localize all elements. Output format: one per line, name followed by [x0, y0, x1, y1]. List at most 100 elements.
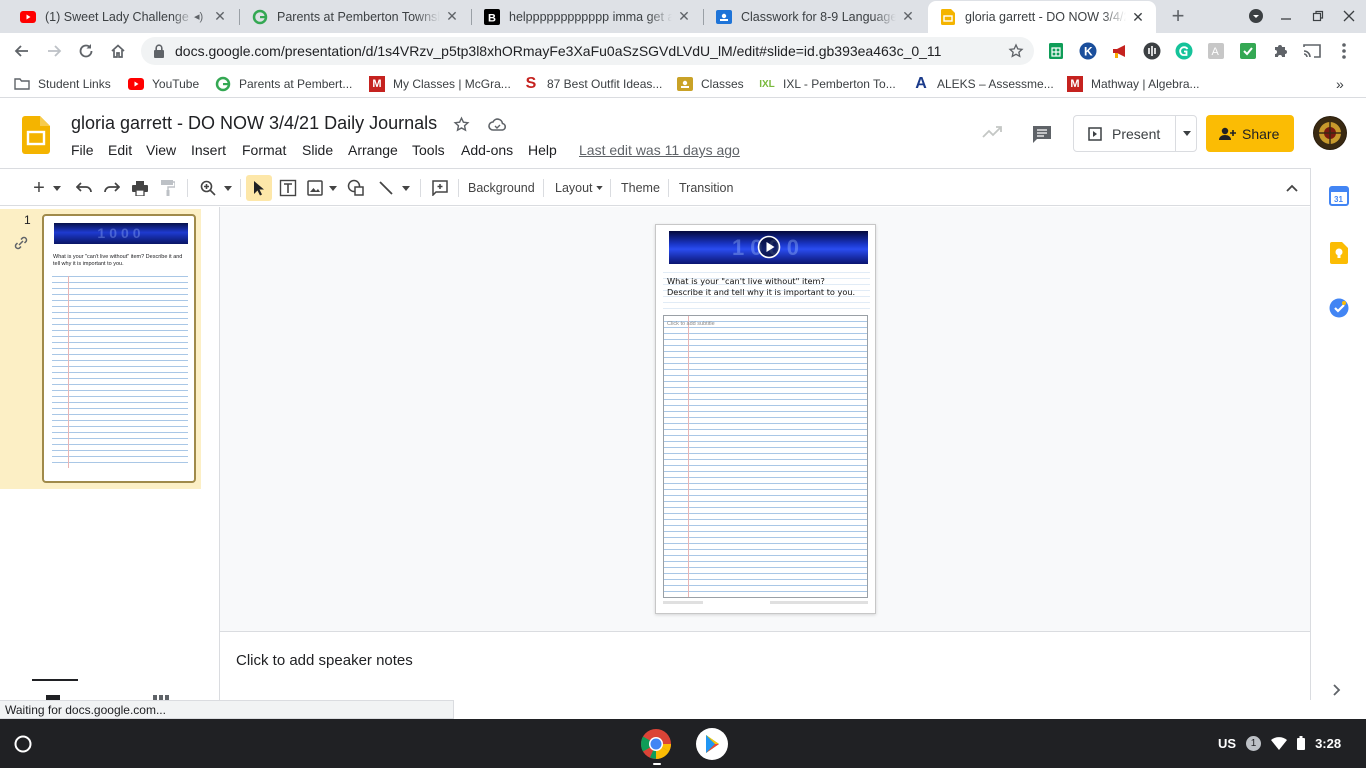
tasks-icon[interactable] — [1329, 298, 1349, 318]
close-icon[interactable]: ✕ — [444, 8, 460, 25]
last-edit-link[interactable]: Last edit was 11 days ago — [579, 142, 740, 158]
line-tool-button[interactable] — [374, 176, 414, 200]
browser-tab-classwork[interactable]: Classwork for 8-9 Language N ✕ — [704, 1, 926, 32]
close-icon[interactable]: ✕ — [1130, 9, 1146, 25]
megaphone-extension-icon[interactable] — [1108, 39, 1132, 63]
menu-help[interactable]: Help — [528, 142, 557, 158]
browser-tab-slides-active[interactable]: gloria garrett - DO NOW 3/4/21 ✕ — [928, 1, 1156, 33]
tab-search-icon[interactable] — [1244, 4, 1268, 28]
avatar[interactable] — [1313, 116, 1347, 150]
translate-extension-icon[interactable]: A — [1204, 39, 1228, 63]
calendar-icon[interactable]: 31 — [1329, 186, 1349, 206]
menu-format[interactable]: Format — [242, 142, 286, 158]
paint-format-icon[interactable] — [156, 176, 180, 200]
sheets-extension-icon[interactable] — [1044, 39, 1068, 63]
bookmark-outfit-ideas[interactable]: S 87 Best Outfit Ideas... — [523, 74, 663, 94]
home-icon[interactable] — [106, 39, 130, 63]
print-icon[interactable] — [128, 176, 152, 200]
menu-tools[interactable]: Tools — [412, 142, 445, 158]
new-tab-icon[interactable]: + — [1166, 3, 1190, 28]
shape-icon[interactable] — [344, 176, 368, 200]
text-box-icon[interactable] — [276, 176, 300, 200]
slide-question-text[interactable]: What is your "can't live without" item? … — [667, 276, 862, 298]
forward-icon[interactable] — [42, 39, 66, 63]
close-icon[interactable]: ✕ — [212, 8, 228, 25]
address-bar[interactable]: docs.google.com/presentation/d/1s4VRzv_p… — [141, 37, 1034, 65]
input-method: US — [1218, 735, 1237, 751]
extensions-puzzle-icon[interactable] — [1268, 39, 1292, 63]
menu-arrange[interactable]: Arrange — [348, 142, 398, 158]
keep-icon[interactable] — [1330, 242, 1348, 264]
comment-history-icon[interactable] — [1032, 125, 1052, 143]
bookmark-ixl[interactable]: IXL IXL - Pemberton To... — [759, 74, 896, 94]
menu-file[interactable]: File — [71, 142, 94, 158]
transition-button[interactable]: Transition — [679, 176, 733, 200]
menu-addons[interactable]: Add-ons — [461, 142, 513, 158]
check-extension-icon[interactable] — [1236, 39, 1260, 63]
bookmark-parents[interactable]: Parents at Pembert... — [215, 74, 352, 94]
browser-tab-brainly[interactable]: B helpppppppppppp imma get a ✕ — [472, 1, 702, 32]
restore-icon[interactable] — [1306, 4, 1330, 28]
image-icon — [307, 180, 323, 196]
more-vert-icon[interactable] — [1332, 39, 1356, 63]
play-store-icon[interactable] — [696, 728, 728, 760]
menu-edit[interactable]: Edit — [108, 142, 132, 158]
present-button[interactable]: Present — [1074, 116, 1175, 151]
reload-icon[interactable] — [74, 39, 98, 63]
bookmark-youtube[interactable]: YouTube — [128, 74, 199, 94]
bookmark-star-icon[interactable] — [1008, 43, 1024, 59]
share-button[interactable]: Share — [1206, 115, 1294, 152]
system-tray[interactable]: US 1 3:28 — [1218, 728, 1341, 758]
browser-tab-youtube[interactable]: (1) Sweet Lady Challenge - ◂) ✕ — [8, 1, 238, 32]
undo-icon[interactable] — [72, 176, 96, 200]
bookmark-aleks[interactable]: A ALEKS – Assessme... — [913, 74, 1054, 94]
lock-icon[interactable] — [153, 44, 165, 58]
slides-logo-icon[interactable] — [22, 116, 50, 154]
back-icon[interactable] — [10, 39, 34, 63]
launcher-icon[interactable] — [14, 735, 32, 753]
bookmark-classes[interactable]: Classes — [677, 74, 744, 94]
close-icon[interactable]: ✕ — [676, 8, 692, 25]
document-title[interactable]: gloria garrett - DO NOW 3/4/21 Daily Jou… — [71, 113, 437, 134]
slide-banner-video[interactable]: 1000 — [669, 231, 868, 264]
present-options-dropdown[interactable] — [1176, 116, 1197, 151]
layout-button[interactable]: Layout — [555, 176, 603, 200]
subtitle-placeholder-box[interactable]: Click to add subtitle — [663, 315, 868, 598]
menu-insert[interactable]: Insert — [191, 142, 226, 158]
activity-trend-icon[interactable] — [982, 125, 1002, 139]
k-extension-icon[interactable]: K — [1076, 39, 1100, 63]
bookmarks-overflow-icon[interactable]: » — [1336, 74, 1344, 94]
bookmark-student-links[interactable]: Student Links — [14, 74, 111, 94]
menu-view[interactable]: View — [146, 142, 176, 158]
zoom-button[interactable] — [196, 176, 236, 200]
collapse-toolbar-icon[interactable] — [1280, 176, 1304, 200]
play-icon[interactable] — [757, 235, 781, 259]
bookmark-mcgraw[interactable]: M My Classes | McGra... — [369, 74, 511, 94]
select-tool-icon[interactable] — [246, 175, 272, 201]
minimize-icon[interactable] — [1274, 4, 1298, 28]
chrome-app-icon[interactable] — [640, 728, 672, 760]
close-icon[interactable]: ✕ — [900, 8, 916, 25]
speaker-notes[interactable]: Click to add speaker notes — [220, 631, 1310, 700]
background-button[interactable]: Background — [468, 176, 535, 200]
star-icon[interactable] — [453, 116, 470, 133]
redo-icon[interactable] — [100, 176, 124, 200]
expand-panel-icon[interactable] — [1333, 684, 1341, 696]
cast-icon[interactable] — [1300, 39, 1324, 63]
bookmark-mathway[interactable]: M Mathway | Algebra... — [1067, 74, 1200, 94]
browser-tab-parents[interactable]: Parents at Pemberton Townshi ✕ — [240, 1, 470, 32]
cloud-status-icon[interactable] — [488, 117, 507, 131]
menu-slide[interactable]: Slide — [302, 142, 333, 158]
audio-extension-icon[interactable] — [1140, 39, 1164, 63]
link-slide-icon[interactable] — [13, 235, 29, 251]
slide-thumbnail-1[interactable]: 1000 What is your "can't live without" i… — [42, 214, 196, 483]
close-window-icon[interactable] — [1337, 4, 1361, 28]
speaker-icon[interactable]: ◂) — [194, 10, 208, 24]
grammarly-icon[interactable] — [1172, 39, 1196, 63]
slide-editor[interactable]: 1000 What is your "can't live without" i… — [655, 224, 876, 614]
new-slide-button[interactable]: + — [26, 176, 68, 200]
insert-image-button[interactable] — [304, 176, 340, 200]
add-comment-icon[interactable] — [428, 176, 452, 200]
svg-text:B: B — [488, 12, 496, 24]
theme-button[interactable]: Theme — [621, 176, 660, 200]
